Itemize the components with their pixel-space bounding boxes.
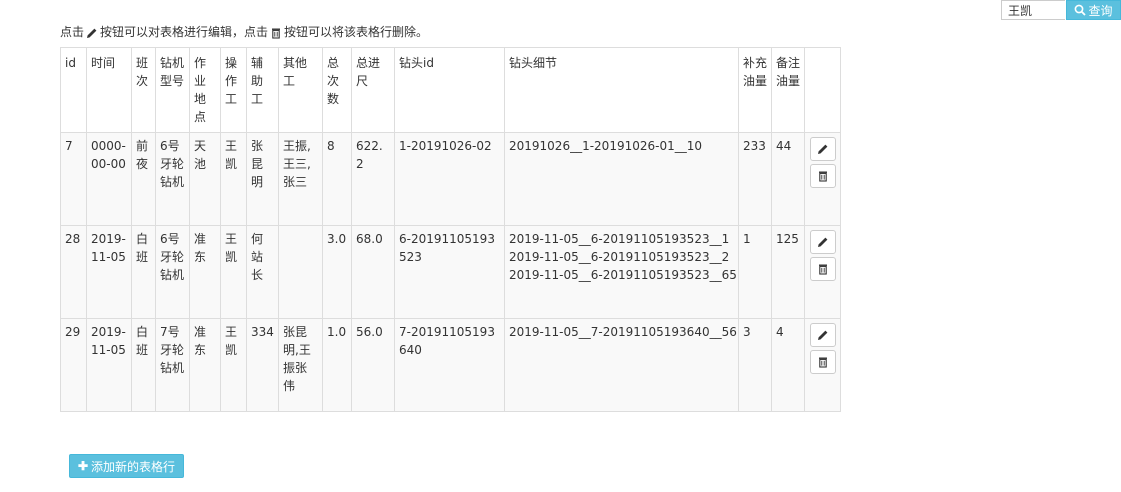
cell-total-footage: 68.0 [351, 225, 395, 319]
cell-model: 6号牙轮钻机 [155, 132, 190, 226]
cell-oil-added: 3 [738, 318, 772, 412]
trash-icon [819, 357, 827, 368]
cell-shift: 白班 [131, 225, 156, 319]
header-others: 其他工 [278, 47, 323, 133]
header-time: 时间 [86, 47, 132, 133]
cell-time: 2019-11-05 [86, 225, 132, 319]
cell-time: 0000-00-00 [86, 132, 132, 226]
bit-detail-line: 2019-11-05__6-20191105193523__2 [509, 250, 730, 264]
table-header-row: id 时间 班次 钻机型号 作业地点 操作工 辅助工 其他工 总次数 总进尺 钻… [60, 47, 841, 133]
hint-text-3: 按钮可以将该表格行删除。 [284, 25, 429, 39]
header-oil-added: 补充油量 [738, 47, 772, 133]
plus-icon: ✚ [77, 459, 89, 473]
header-shift: 班次 [131, 47, 156, 133]
header-bit-details: 钻头细节 [504, 47, 739, 133]
header-oil-note: 备注油量 [771, 47, 805, 133]
cell-bit-id: 7-20191105193640 [394, 318, 505, 412]
cell-id: 7 [60, 132, 87, 226]
table-row: 28 2019-11-05 白班 6号牙轮钻机 准东 王凯 何站长 3.0 68… [60, 225, 841, 319]
header-total-footage: 总进尺 [351, 47, 395, 133]
cell-bit-id: 1-20191026-02 [394, 132, 505, 226]
pencil-icon [818, 237, 828, 247]
table-row: 7 0000-00-00 前夜 6号牙轮钻机 天池 王凯 张昆明 王振,王三,张… [60, 132, 841, 226]
header-bit-id: 钻头id [394, 47, 505, 133]
cell-bit-details: 20191026__1-20191026-01__10 [504, 132, 739, 226]
cell-id: 28 [60, 225, 87, 319]
data-table: id 时间 班次 钻机型号 作业地点 操作工 辅助工 其他工 总次数 总进尺 钻… [60, 47, 841, 412]
edit-button[interactable] [810, 323, 836, 347]
cell-location: 准东 [189, 318, 221, 412]
edit-button[interactable] [810, 230, 836, 254]
pencil-icon [818, 144, 828, 154]
cell-actions [804, 132, 841, 226]
cell-time: 2019-11-05 [86, 318, 132, 412]
header-model: 钻机型号 [155, 47, 190, 133]
header-id: id [60, 47, 87, 133]
cell-assistant: 何站长 [246, 225, 279, 319]
hint-text-2: 按钮可以对表格进行编辑，点击 [100, 25, 269, 39]
cell-actions [804, 318, 841, 412]
header-assistant: 辅助工 [246, 47, 279, 133]
cell-location: 天池 [189, 132, 221, 226]
bit-detail-line: 2019-11-05__6-20191105193523__1 [509, 232, 730, 246]
cell-bit-details: 2019-11-05__6-20191105193523__1 2019-11-… [504, 225, 739, 319]
cell-total-footage: 56.0 [351, 318, 395, 412]
header-actions [804, 47, 841, 133]
trash-icon [819, 264, 827, 275]
cell-oil-note: 44 [771, 132, 805, 226]
header-operator: 操作工 [220, 47, 247, 133]
cell-oil-note: 125 [771, 225, 805, 319]
cell-id: 29 [60, 318, 87, 412]
search-input[interactable] [1001, 0, 1065, 20]
delete-button[interactable] [810, 164, 836, 188]
bit-detail-line: 20191026__1-20191026-01__10 [509, 139, 702, 153]
cell-oil-note: 4 [771, 318, 805, 412]
instruction-hint: 点击 按钮可以对表格进行编辑，点击 按钮可以将该表格行删除。 [60, 24, 428, 40]
cell-shift: 前夜 [131, 132, 156, 226]
cell-assistant: 334 [246, 318, 279, 412]
header-total-count: 总次数 [322, 47, 352, 133]
delete-button[interactable] [810, 257, 836, 281]
cell-operator: 王凯 [220, 225, 247, 319]
cell-model: 7号牙轮钻机 [155, 318, 190, 412]
cell-total-count: 1.0 [322, 318, 352, 412]
trash-icon [270, 27, 282, 43]
cell-total-count: 3.0 [322, 225, 352, 319]
cell-model: 6号牙轮钻机 [155, 225, 190, 319]
bit-detail-line: 2019-11-05__6-20191105193523__65 [509, 268, 737, 282]
cell-oil-added: 233 [738, 132, 772, 226]
pencil-icon [86, 27, 98, 43]
search-icon [1075, 4, 1087, 16]
search-button-label: 查询 [1088, 3, 1113, 18]
trash-icon [819, 171, 827, 182]
cell-bit-id: 6-20191105193523 [394, 225, 505, 319]
cell-operator: 王凯 [220, 318, 247, 412]
cell-others [278, 225, 323, 319]
table-row: 29 2019-11-05 白班 7号牙轮钻机 准东 王凯 334 张昆明,王振… [60, 318, 841, 412]
cell-shift: 白班 [131, 318, 156, 412]
cell-total-count: 8 [322, 132, 352, 226]
pencil-icon [818, 330, 828, 340]
cell-others: 王振,王三,张三 [278, 132, 323, 226]
bit-detail-line: 2019-11-05__7-20191105193640__56 [509, 325, 737, 339]
hint-text-1: 点击 [60, 25, 85, 39]
cell-oil-added: 1 [738, 225, 772, 319]
cell-total-footage: 622.2 [351, 132, 395, 226]
delete-button[interactable] [810, 350, 836, 374]
add-row-label: 添加新的表格行 [91, 459, 176, 474]
cell-bit-details: 2019-11-05__7-20191105193640__56 [504, 318, 739, 412]
search-button[interactable]: 查询 [1066, 0, 1121, 20]
add-row-button[interactable]: ✚ 添加新的表格行 [69, 454, 184, 478]
header-location: 作业地点 [189, 47, 221, 133]
cell-location: 准东 [189, 225, 221, 319]
cell-others: 张昆明,王振张伟 [278, 318, 323, 412]
edit-button[interactable] [810, 137, 836, 161]
cell-actions [804, 225, 841, 319]
cell-operator: 王凯 [220, 132, 247, 226]
cell-assistant: 张昆明 [246, 132, 279, 226]
